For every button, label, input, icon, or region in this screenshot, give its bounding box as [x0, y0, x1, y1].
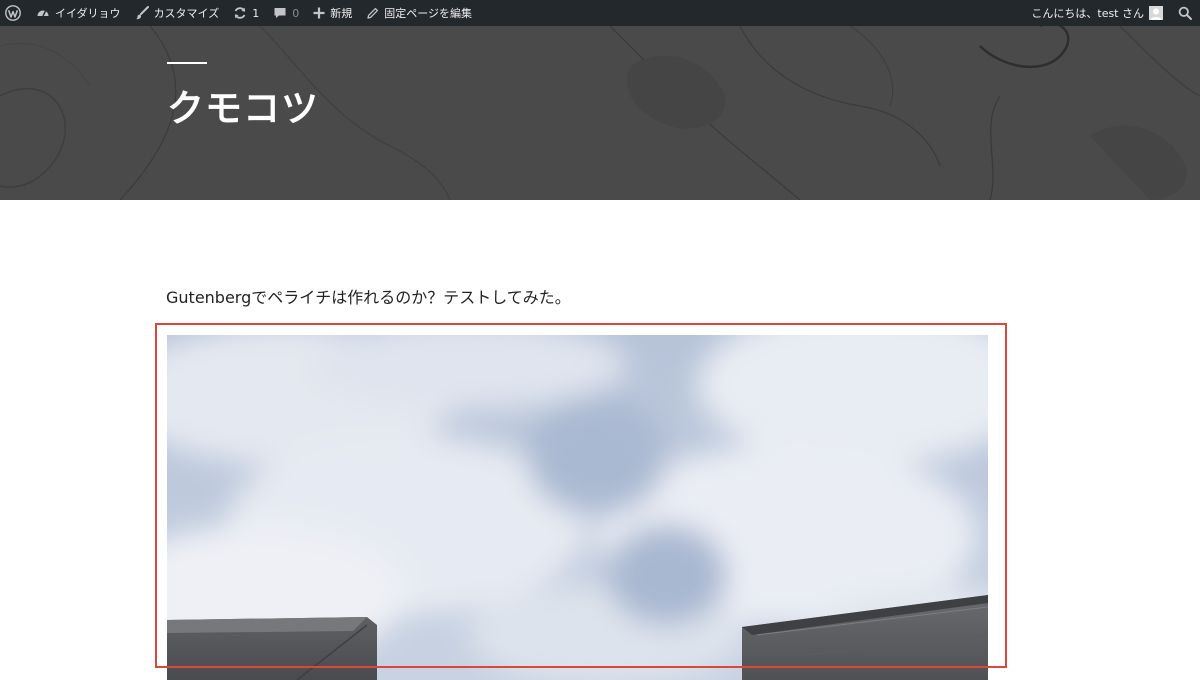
customize-link[interactable]: カスタマイズ: [128, 0, 227, 26]
greeting-text: こんにちは、test さん: [1031, 7, 1144, 20]
admin-bar-left: イイダリョウ カスタマイズ 1 0 新規 固定ページを編集: [0, 0, 479, 26]
comments-link[interactable]: 0: [266, 0, 306, 26]
customize-label: カスタマイズ: [153, 7, 220, 20]
admin-bar-right: こんにちは、test さん: [1024, 0, 1200, 26]
title-divider: [167, 62, 207, 64]
search-icon: [1178, 6, 1192, 20]
new-content-label: 新規: [330, 7, 353, 20]
intro-paragraph: Gutenbergでペライチは作れるのか？テストしてみた。: [166, 288, 571, 307]
my-account-menu[interactable]: こんにちは、test さん: [1024, 0, 1170, 26]
comments-count: 0: [292, 6, 300, 20]
wordpress-menu[interactable]: [0, 0, 29, 26]
avatar: [1149, 6, 1163, 20]
edit-page-label: 固定ページを編集: [384, 7, 473, 20]
dashboard-icon: [37, 10, 49, 17]
wordpress-logo-icon: [5, 5, 21, 21]
new-content-menu[interactable]: 新規: [306, 0, 359, 26]
updates-link[interactable]: 1: [226, 0, 266, 26]
brush-icon: [135, 6, 149, 20]
updates-icon: [234, 7, 246, 19]
site-header: クモコツ: [0, 26, 1200, 200]
pencil-icon: [367, 7, 379, 19]
admin-bar-search[interactable]: [1170, 0, 1200, 26]
updates-count: 1: [252, 6, 260, 20]
page-title: クモコツ: [167, 87, 319, 130]
comment-icon: [274, 8, 286, 18]
plus-icon: [313, 7, 325, 19]
site-name-label: イイダリョウ: [55, 7, 121, 20]
edit-page-link[interactable]: 固定ページを編集: [359, 0, 479, 26]
admin-bar: イイダリョウ カスタマイズ 1 0 新規 固定ページを編集 こんにちは、test…: [0, 0, 1200, 26]
image-block-highlight: [155, 323, 1007, 668]
site-name-menu[interactable]: イイダリョウ: [29, 0, 128, 26]
